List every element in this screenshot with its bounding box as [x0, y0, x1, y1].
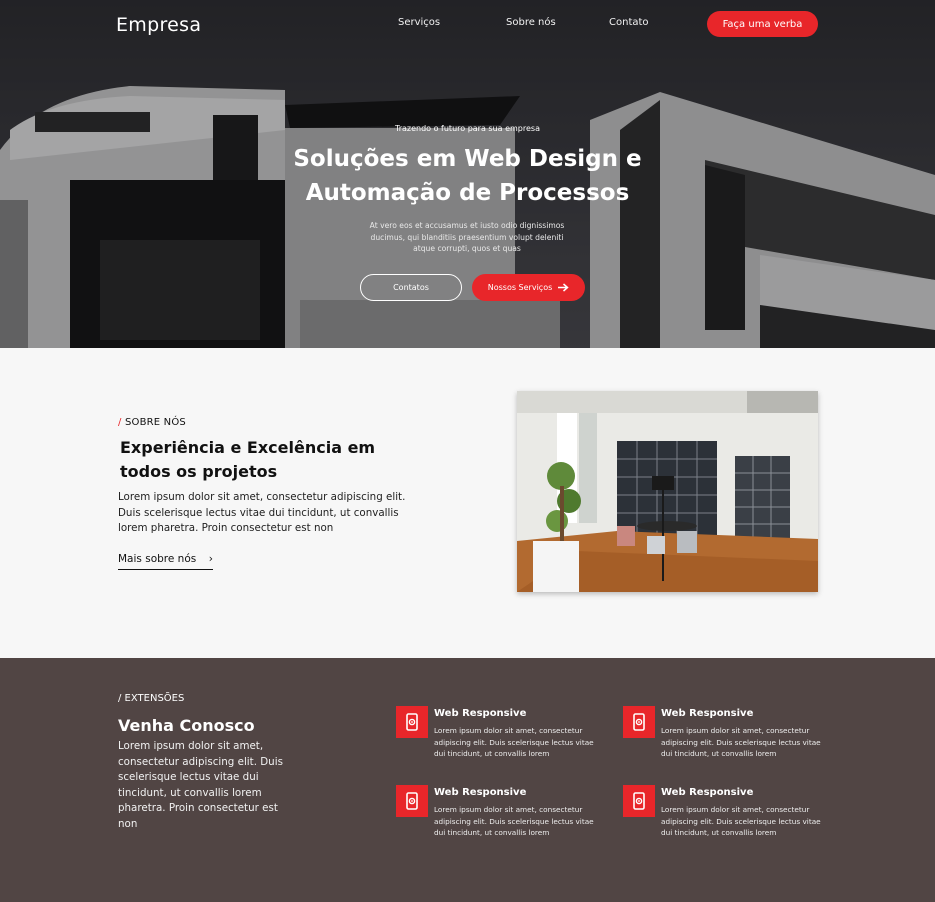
hero-title-line2: Automação de Processos	[305, 180, 630, 206]
mobile-gear-icon	[396, 706, 428, 738]
card-title: Web Responsive	[661, 708, 754, 719]
services-button[interactable]: Nossos Serviços	[472, 274, 585, 301]
hero-title: Soluções em Web Design e Automação de Pr…	[0, 142, 935, 210]
mobile-gear-icon	[623, 785, 655, 817]
mobile-gear-icon	[623, 706, 655, 738]
nav-link-contato[interactable]: Contato	[609, 17, 649, 28]
about-text: Lorem ipsum dolor sit amet, consectetur …	[118, 491, 406, 534]
more-about-label: Mais sobre nós	[118, 553, 197, 565]
arrow-right-icon	[558, 283, 569, 292]
card-text: Lorem ipsum dolor sit amet, consectetur …	[434, 726, 594, 759]
nav-link-servicos[interactable]: Serviços	[398, 17, 440, 28]
extensions-title: Venha Conosco	[118, 716, 255, 735]
extensions-text: Lorem ipsum dolor sit amet, consectetur …	[118, 740, 283, 830]
services-button-label: Nossos Serviços	[487, 283, 553, 292]
card-text: Lorem ipsum dolor sit amet, consectetur …	[661, 805, 821, 838]
office-photo-art	[517, 391, 818, 592]
about-tag-label: SOBRE NÓS	[121, 417, 186, 428]
header-cta-button[interactable]: Faça uma verba	[707, 11, 818, 37]
about-title: Experiência e Excelência em todos os pro…	[120, 438, 376, 481]
nav-link-sobre[interactable]: Sobre nós	[506, 17, 556, 28]
more-about-link[interactable]: Mais sobre nós ›	[118, 553, 213, 570]
logo[interactable]: Empresa	[116, 14, 201, 36]
mobile-gear-icon	[396, 785, 428, 817]
card-text: Lorem ipsum dolor sit amet, consectetur …	[434, 805, 594, 838]
hero-description: At vero eos et accusamus et iusto odio d…	[369, 221, 565, 253]
hero-eyebrow: Trazendo o futuro para sua empresa	[395, 124, 540, 133]
card-title: Web Responsive	[434, 708, 527, 719]
card-text: Lorem ipsum dolor sit amet, consectetur …	[661, 726, 821, 759]
about-tag: / SOBRE NÓS	[118, 417, 186, 428]
contacts-button[interactable]: Contatos	[360, 274, 462, 301]
chevron-right-icon: ›	[208, 553, 213, 565]
card-title: Web Responsive	[434, 787, 527, 798]
card-title: Web Responsive	[661, 787, 754, 798]
hero-title-line1: Soluções em Web Design e	[293, 146, 642, 172]
office-photo	[517, 391, 818, 592]
extensions-tag: / EXTENSÕES	[118, 693, 185, 704]
